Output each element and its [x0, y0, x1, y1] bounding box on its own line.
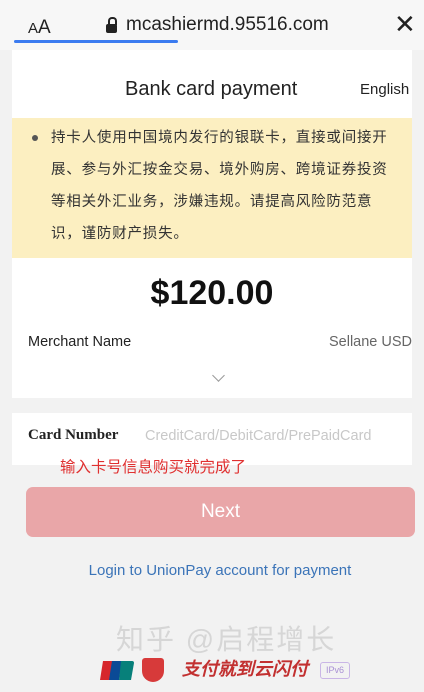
lock-icon	[106, 16, 117, 33]
card-number-input[interactable]	[145, 423, 413, 449]
text-size-small-a: A	[28, 20, 39, 37]
url-text: mcashiermd.95516.com	[126, 14, 329, 35]
merchant-label: Merchant Name	[28, 334, 132, 350]
risk-notice: 持卡人使用中国境内发行的银联卡，直接或间接开展、参与外汇按金交易、境外购房、跨境…	[12, 118, 412, 258]
watermark: 知乎 @启程增长	[116, 624, 337, 655]
risk-notice-text: 持卡人使用中国境内发行的银联卡，直接或间接开展、参与外汇按金交易、境外购房、跨境…	[51, 130, 388, 242]
security-shield-icon	[142, 658, 164, 682]
quickpass-slogan: 支付就到云闪付	[182, 659, 308, 679]
ipv6-badge: IPv6	[320, 662, 350, 679]
page-load-progress	[14, 40, 178, 43]
page-title: Bank card payment	[125, 78, 298, 100]
browser-address-bar: AA mcashiermd.95516.com ✕	[0, 0, 424, 50]
payment-page: Bank card payment English 持卡人使用中国境内发行的银联…	[12, 50, 415, 692]
payment-amount: $120.00	[150, 274, 274, 312]
text-size-button[interactable]: AA	[28, 17, 51, 39]
red-annotation: 输入卡号信息购买就完成了	[60, 459, 247, 476]
chevron-down-icon[interactable]	[212, 369, 225, 382]
bullet-icon	[32, 135, 38, 141]
unionpay-login-link[interactable]: Login to UnionPay account for payment	[12, 562, 424, 579]
page-header: Bank card payment English	[12, 50, 412, 118]
close-icon[interactable]: ✕	[394, 10, 416, 38]
next-button[interactable]: Next	[26, 487, 415, 537]
language-switch[interactable]: English	[360, 81, 409, 98]
text-size-big-a: A	[38, 17, 51, 38]
merchant-value: Sellane USD	[328, 334, 412, 350]
order-summary: $120.00 Merchant Name Sellane USD	[12, 258, 412, 398]
url-field[interactable]: mcashiermd.95516.com	[106, 14, 329, 36]
unionpay-logo-icon	[100, 661, 134, 680]
footer-logos: 支付就到云闪付 IPv6	[100, 658, 360, 684]
card-number-label: Card Number	[28, 427, 119, 443]
